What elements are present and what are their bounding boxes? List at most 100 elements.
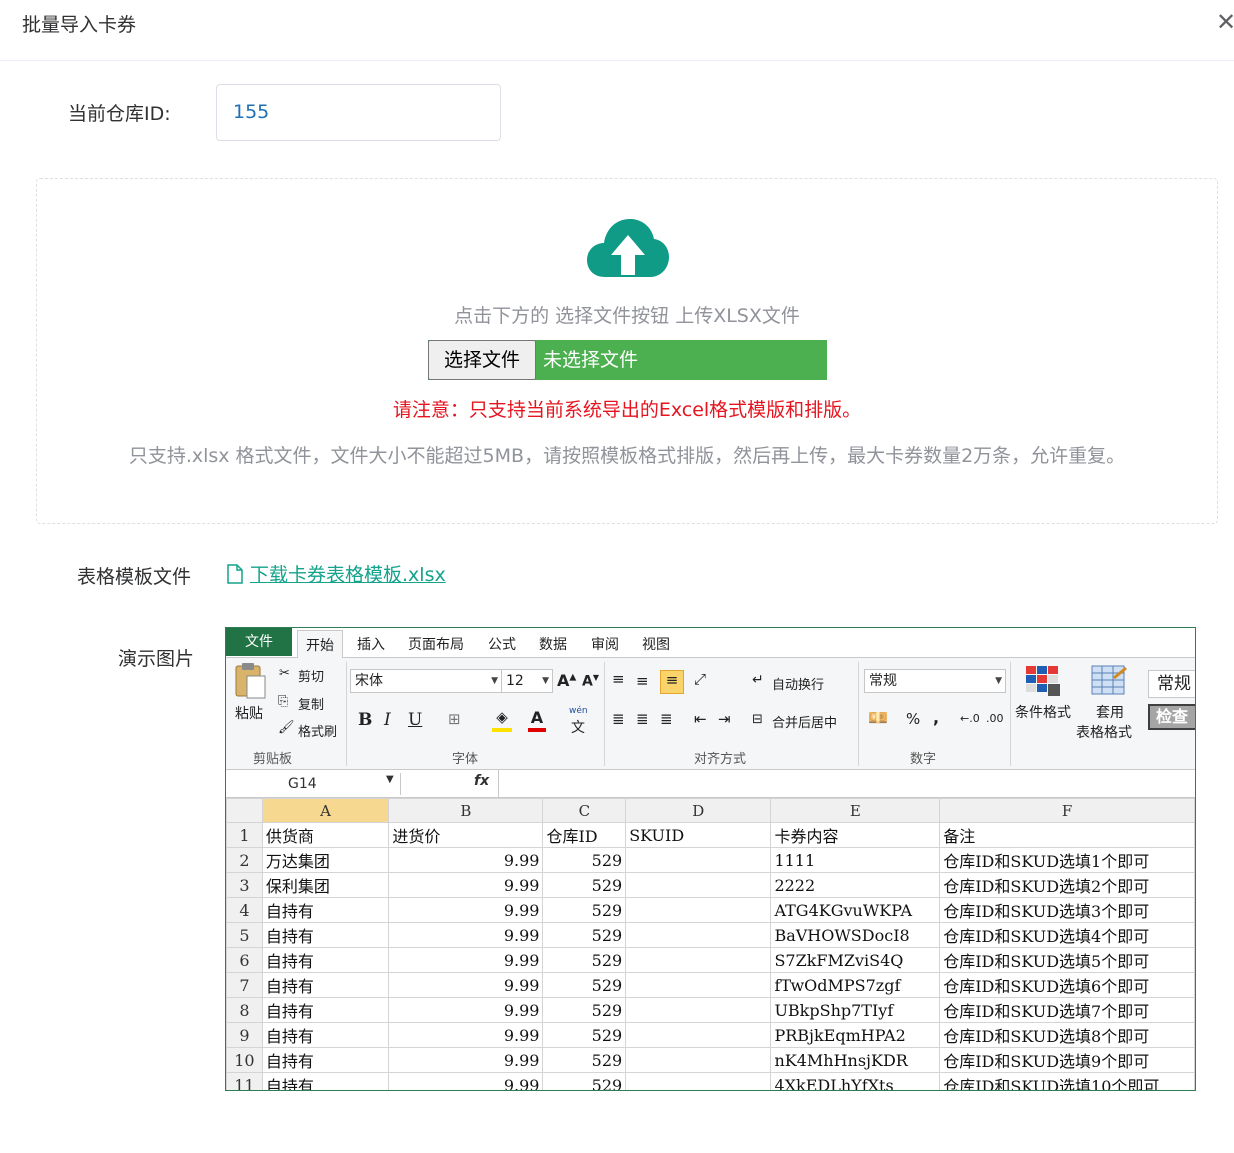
column-header: D [625,798,772,823]
row-header: 1 [226,822,263,848]
sheet-cell: 仓库ID和SKUD选填9个即可 [939,1047,1195,1073]
sheet-cell: 供货商 [261,822,390,848]
sheet-cell: 自持有 [261,1072,390,1090]
sheet-cell: 529 [542,897,627,923]
font-name-dropdown: 宋体 ▼ [350,669,502,693]
wrap-text-icon: ↵ [752,672,764,688]
ribbon-separator [346,662,347,766]
sheet-cell: 9.99 [388,872,544,898]
warehouse-id-input[interactable]: 155 [216,84,501,141]
scissors-icon: ✂ [279,666,290,681]
sheet-cell: 自持有 [261,972,390,998]
align-right-icon: ≣ [660,710,673,728]
sheet-cell: 1111 [770,847,941,873]
column-header: F [939,798,1195,823]
sheet-cell: fTwOdMPS7zgf [770,972,941,998]
sheet-cell: 529 [542,1047,627,1073]
sheet-cell: 仓库ID和SKUD选填2个即可 [939,872,1195,898]
sheet-cell: 9.99 [388,922,544,948]
no-file-text: 未选择文件 [543,349,639,371]
phonetic-label: wén [569,706,588,716]
comma-label: , [933,708,940,727]
sheet-cell: 9.99 [388,997,544,1023]
row-header: 11 [226,1072,263,1090]
sheet-cell: 万达集团 [261,847,390,873]
sheet-cell: 529 [542,972,627,998]
warehouse-label: 当前仓库ID: [68,103,171,125]
format-painter-label: 格式刷 [298,725,338,740]
corner-cell [226,798,263,823]
number-format-value: 常规 [869,673,897,689]
demo-label: 演示图片 [118,648,195,670]
table-row: 4 自持有 9.99 529 ATG4KGvuWKPA 仓库ID和SKUD选填3个即可 [226,897,1195,923]
row-header: 5 [226,922,263,948]
tab-review: 审阅 [591,637,619,653]
table-row: 10 自持有 9.99 529 nK4MhHnsjKDR 仓库ID和SKUD选填9个即可 [226,1047,1195,1073]
decrease-decimal-label: .00 [986,712,1004,725]
sheet-cell [625,997,772,1023]
sheet-cell: 529 [542,997,627,1023]
increase-indent-icon: ⇥ [718,710,731,728]
font-name-value: 宋体 [355,673,383,689]
sheet-cell: 进货价 [388,822,544,848]
choose-file-button[interactable]: 选择文件 [428,340,536,380]
ribbon: 粘贴 ✂ 剪切 ⎘ 复制 🖌 格式刷 剪贴板 宋体 ▼ 12 ▼ A▲ A▼ B I… [226,658,1195,770]
orientation-icon: ⤢ [694,670,707,688]
number-group-label: 数字 [910,752,937,767]
sheet-cell: nK4MhHnsjKDR [770,1047,941,1073]
format-notice: 请注意：只支持当前系统导出的Excel格式模版和排版。 [392,399,862,421]
merge-center-icon: ⊟ [752,712,763,727]
formula-bar: G14 ▼ fx [226,770,1195,798]
column-header: B [388,798,544,823]
sheet-cell: 自持有 [261,947,390,973]
grow-font-icon: A▲ [557,671,577,690]
upload-dropzone[interactable]: 点击下方的 选择文件按钮 上传XLSX文件 选择文件 未选择文件 请注意：只支持… [36,178,1218,524]
table-row: 7 自持有 9.99 529 fTwOdMPS7zgf 仓库ID和SKUD选填6个即可 [226,972,1195,998]
font-color-icon: A [528,708,546,732]
template-label: 表格模板文件 [77,566,192,588]
sheet-cell: 仓库ID和SKUD选填7个即可 [939,997,1195,1023]
sheet-cell: 529 [542,922,627,948]
sheet-cell: 自持有 [261,1047,390,1073]
formula-divider [498,770,499,798]
font-size-dropdown: 12 ▼ [501,669,553,693]
table-row: 2 万达集团 9.99 529 1111 仓库ID和SKUD选填1个即可 [226,847,1195,873]
close-icon[interactable]: ✕ [1216,8,1234,36]
file-picker[interactable]: 选择文件 未选择文件 [428,340,827,380]
download-template-link[interactable]: 下载卡券表格模板.xlsx [226,560,446,587]
wrap-text-label: 自动换行 [772,678,825,693]
sheet-cell: 9.99 [388,972,544,998]
sheet-cell: 4XkEDLhYfXts [770,1072,941,1090]
sheet-cell: 9.99 [388,1047,544,1073]
clipboard-group-label: 剪贴板 [253,752,293,767]
decrease-indent-icon: ⇤ [694,710,707,728]
cell-style-normal: 常规 [1148,670,1195,698]
copy-label: 复制 [298,698,325,713]
chevron-down-icon: ▼ [542,676,549,686]
sheet-cell: 保利集团 [261,872,390,898]
sheet-cell [625,847,772,873]
table-row: 11 自持有 9.99 529 4XkEDLhYfXts 仓库ID和SKUD选填10个即可 [226,1072,1195,1090]
upload-rules: 只支持.xlsx 格式文件，文件大小不能超过5MB，请按照模板格式排版，然后再上… [128,445,1126,467]
ribbon-separator [858,662,859,766]
table-row: 8 自持有 9.99 529 UBkpShp7TIyf 仓库ID和SKUD选填7个即可 [226,997,1195,1023]
sheet-cell: UBkpShp7TIyf [770,997,941,1023]
sheet-cell: 仓库ID和SKUD选填10个即可 [939,1072,1195,1090]
sheet-cell: 仓库ID和SKUD选填3个即可 [939,897,1195,923]
sheet-cell [625,972,772,998]
percent-label: % [906,710,921,728]
row-header: 6 [226,947,263,973]
sheet-cell: BaVHOWSDocI8 [770,922,941,948]
sheet-cell [625,897,772,923]
sheet-cell: 529 [542,947,627,973]
align-bottom-icon: ≡ [660,670,684,694]
sheet-cell [625,922,772,948]
table-row: 5 自持有 9.99 529 BaVHOWSDocI8 仓库ID和SKUD选填4个即可 [226,922,1195,948]
sheet-cell [625,1022,772,1048]
bold-button-label: B [358,710,373,730]
number-format-dropdown: 常规 ▼ [864,669,1006,693]
sheet-cell [625,1072,772,1090]
sheet-cell: 9.99 [388,947,544,973]
cloud-upload-icon [587,219,669,277]
merge-center-label: 合并后居中 [772,716,838,731]
